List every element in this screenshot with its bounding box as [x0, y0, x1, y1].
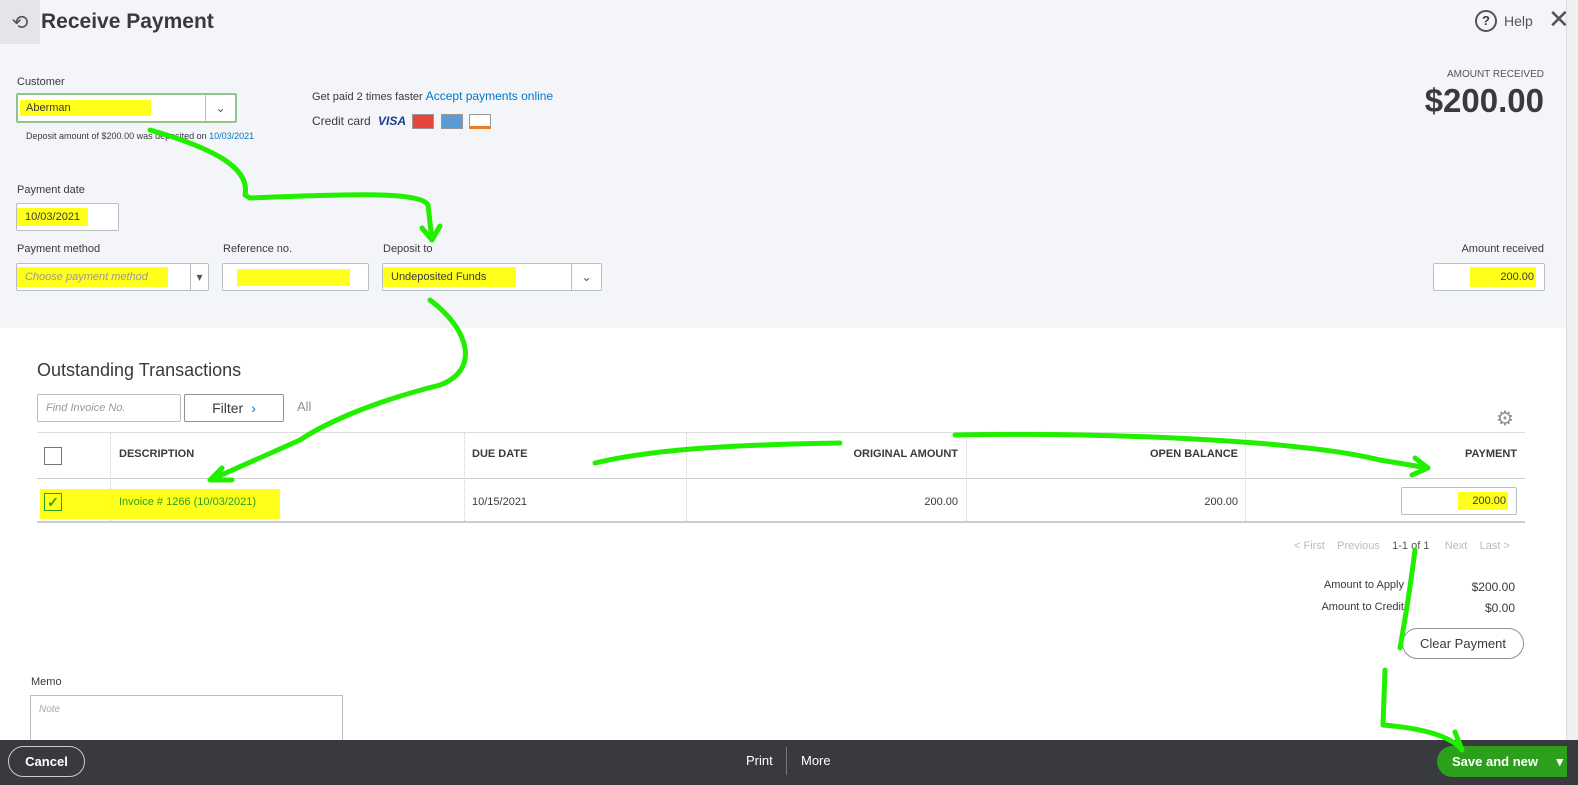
first-link[interactable]: < First: [1294, 540, 1325, 552]
promo: Get paid 2 times faster Accept payments …: [312, 89, 554, 103]
cancel-button[interactable]: Cancel: [8, 746, 85, 777]
gear-icon[interactable]: ⚙: [1496, 406, 1514, 431]
scrollbar[interactable]: [1566, 0, 1578, 740]
divider: [786, 747, 787, 775]
amount-received-field-label: Amount received: [1461, 243, 1544, 255]
deposit-to-select[interactable]: Undeposited Funds ⌄: [382, 263, 602, 291]
chevron-down-icon[interactable]: ⌄: [205, 95, 235, 121]
payment-method-label: Payment method: [17, 243, 101, 255]
page-title: Receive Payment: [41, 10, 214, 33]
original-amount: 200.00: [924, 496, 958, 508]
help-icon[interactable]: ?: [1475, 10, 1497, 32]
next-link[interactable]: Next: [1445, 540, 1468, 552]
amex-icon: [440, 114, 463, 130]
open-balance: 200.00: [1204, 496, 1238, 508]
col-open-balance: OPEN BALANCE: [1149, 448, 1238, 460]
page-range: 1-1 of 1: [1392, 540, 1430, 552]
accept-payments-link[interactable]: Accept payments online: [426, 89, 553, 103]
reference-input[interactable]: [222, 263, 369, 291]
footer-bar: [0, 740, 1578, 785]
close-icon[interactable]: ✕: [1548, 4, 1570, 35]
col-due-date: DUE DATE: [472, 448, 528, 460]
filter-button[interactable]: Filter ›: [184, 394, 284, 422]
previous-link[interactable]: Previous: [1337, 540, 1380, 552]
find-invoice-input[interactable]: Find Invoice No.: [37, 394, 181, 422]
amount-to-apply: $200.00: [1471, 580, 1515, 594]
caret-down-icon[interactable]: ▾: [1556, 746, 1563, 777]
chevron-down-icon[interactable]: ⌄: [571, 264, 601, 290]
section-title: Outstanding Transactions: [37, 360, 242, 380]
due-date: 10/15/2021: [472, 496, 528, 508]
col-original-amount: ORIGINAL AMOUNT: [853, 448, 959, 460]
mastercard-icon: [412, 114, 435, 130]
help-link[interactable]: Help: [1504, 13, 1533, 29]
customer-value: Aberman: [20, 100, 151, 116]
clear-payment-button[interactable]: Clear Payment: [1402, 628, 1524, 659]
filter-all-label: All: [297, 399, 312, 414]
amount-received-total: $200.00: [1424, 82, 1544, 119]
amount-received-label: AMOUNT RECEIVED: [1446, 69, 1544, 80]
last-link[interactable]: Last >: [1480, 540, 1510, 552]
payment-input[interactable]: 200.00: [1401, 487, 1517, 515]
amount-received-input[interactable]: 200.00: [1433, 263, 1545, 291]
reference-label: Reference no.: [223, 243, 293, 255]
payment-date-label: Payment date: [17, 184, 85, 196]
col-payment: PAYMENT: [1465, 448, 1517, 460]
memo-label: Memo: [31, 676, 62, 688]
memo-input[interactable]: Note: [30, 695, 343, 745]
amount-to-credit-label: Amount to Credit: [1321, 601, 1404, 613]
print-button[interactable]: Print: [746, 753, 773, 768]
select-all-checkbox[interactable]: [44, 447, 62, 465]
col-description: DESCRIPTION: [119, 448, 195, 460]
caret-down-icon[interactable]: ▾: [190, 264, 208, 290]
more-button[interactable]: More: [801, 753, 831, 768]
credit-card-row: Credit card VISA: [312, 114, 492, 130]
customer-select[interactable]: Aberman ⌄: [16, 93, 237, 123]
payment-date-input[interactable]: 10/03/2021: [16, 203, 119, 231]
recent-history-icon[interactable]: ⟲: [0, 0, 40, 44]
save-and-new-button[interactable]: Save and new ▾: [1437, 746, 1567, 777]
discover-icon: [469, 114, 492, 130]
amount-to-apply-label: Amount to Apply: [1323, 579, 1404, 591]
visa-icon: VISA: [378, 114, 407, 128]
deposit-note: Deposit amount of $200.00 was deposited …: [26, 131, 255, 141]
invoice-link[interactable]: Invoice # 1266 (10/03/2021): [119, 496, 256, 508]
payment-method-select[interactable]: Choose payment method ▾: [16, 263, 209, 291]
row-checkbox[interactable]: ✓: [44, 493, 62, 511]
pagination: < First Previous 1-1 of 1 Next Last >: [1294, 540, 1510, 552]
deposit-to-label: Deposit to: [383, 243, 433, 255]
amount-to-credit: $0.00: [1484, 601, 1515, 615]
customer-label: Customer: [17, 76, 65, 88]
